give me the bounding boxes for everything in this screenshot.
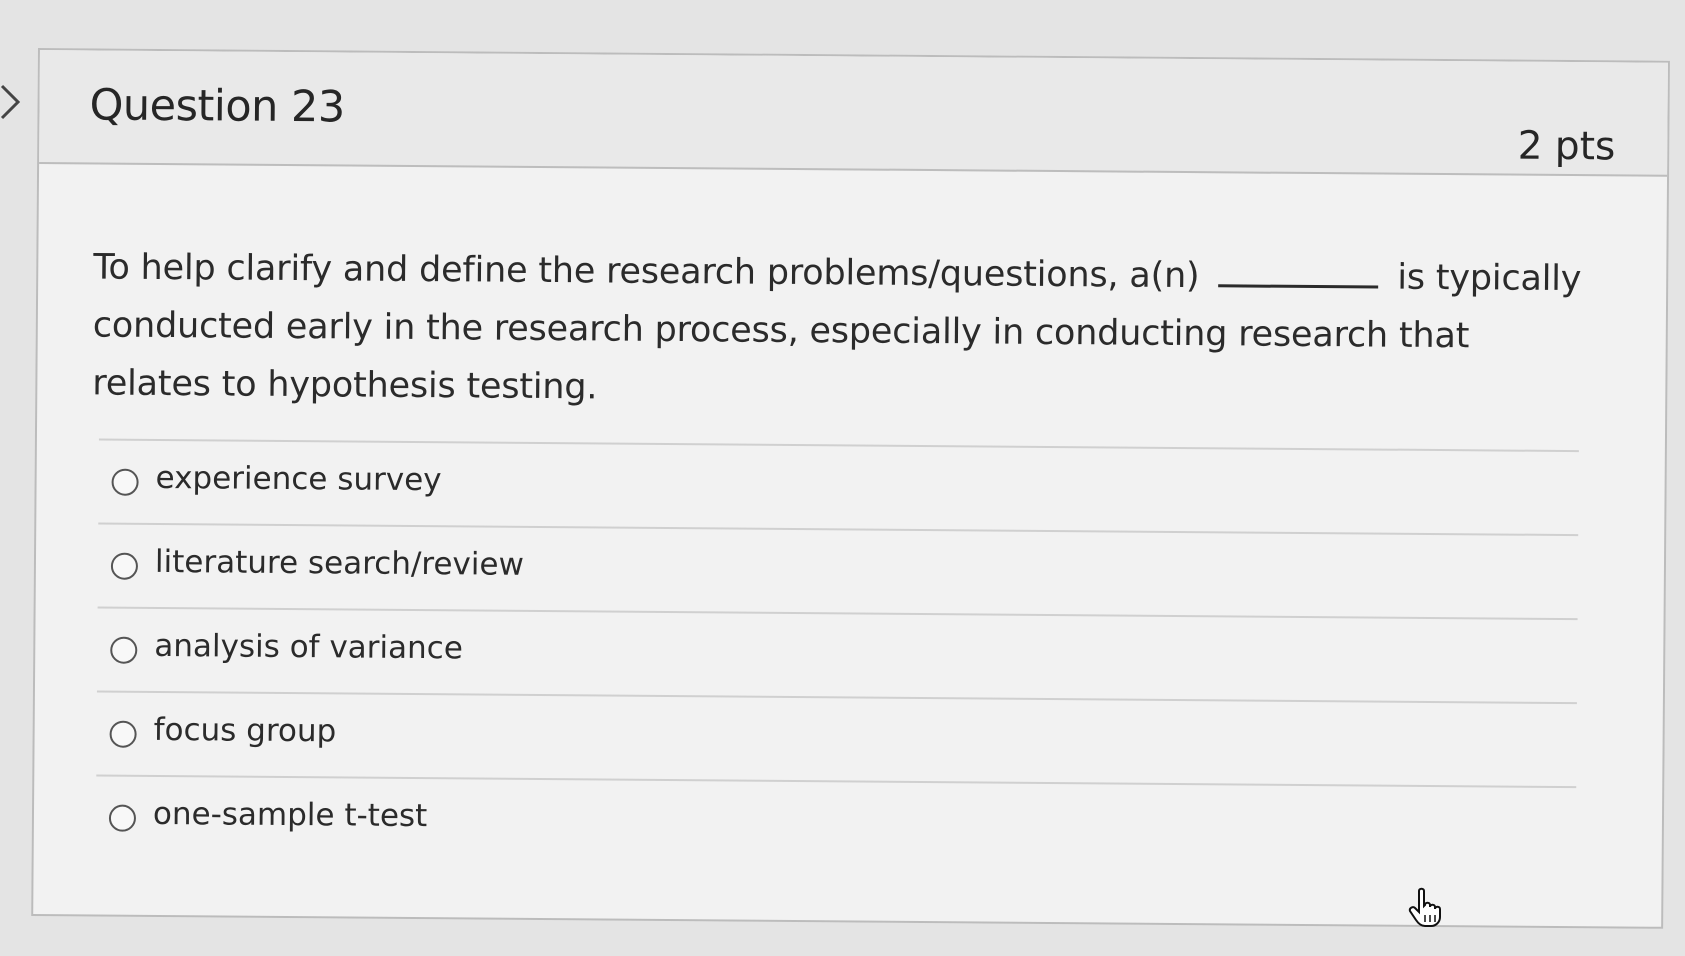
question-text: To help clarify and define the research … [92, 238, 1593, 424]
answer-option[interactable]: analysis of variance [96, 606, 1578, 703]
radio-button[interactable] [108, 804, 137, 832]
radio-button[interactable] [110, 552, 139, 580]
answer-label[interactable]: analysis of variance [154, 628, 463, 666]
answer-label[interactable]: focus group [154, 712, 337, 749]
answer-label[interactable]: literature search/review [155, 544, 524, 583]
chevron-right-icon[interactable] [0, 82, 22, 122]
answer-label[interactable]: one-sample t-test [153, 796, 428, 834]
answer-option[interactable]: focus group [96, 690, 1577, 787]
answer-options: experience survey literature search/revi… [95, 438, 1579, 871]
answer-blank [1218, 256, 1379, 289]
answer-option[interactable]: experience survey [98, 438, 1579, 535]
radio-button[interactable] [111, 468, 139, 496]
answer-option[interactable]: literature search/review [97, 522, 1579, 619]
radio-button[interactable] [109, 720, 137, 748]
question-card: Question 23 2 pts To help clarify and de… [31, 48, 1670, 929]
answer-label[interactable]: experience survey [155, 460, 441, 498]
question-text-before: To help clarify and define the research … [93, 247, 1200, 297]
hand-pointer-icon [1405, 886, 1447, 928]
question-points: 2 pts [1517, 123, 1616, 170]
radio-button[interactable] [110, 636, 138, 664]
question-title: Question 23 [89, 80, 345, 133]
answer-option[interactable]: one-sample t-test [95, 774, 1577, 871]
question-header: Question 23 2 pts [39, 50, 1668, 177]
